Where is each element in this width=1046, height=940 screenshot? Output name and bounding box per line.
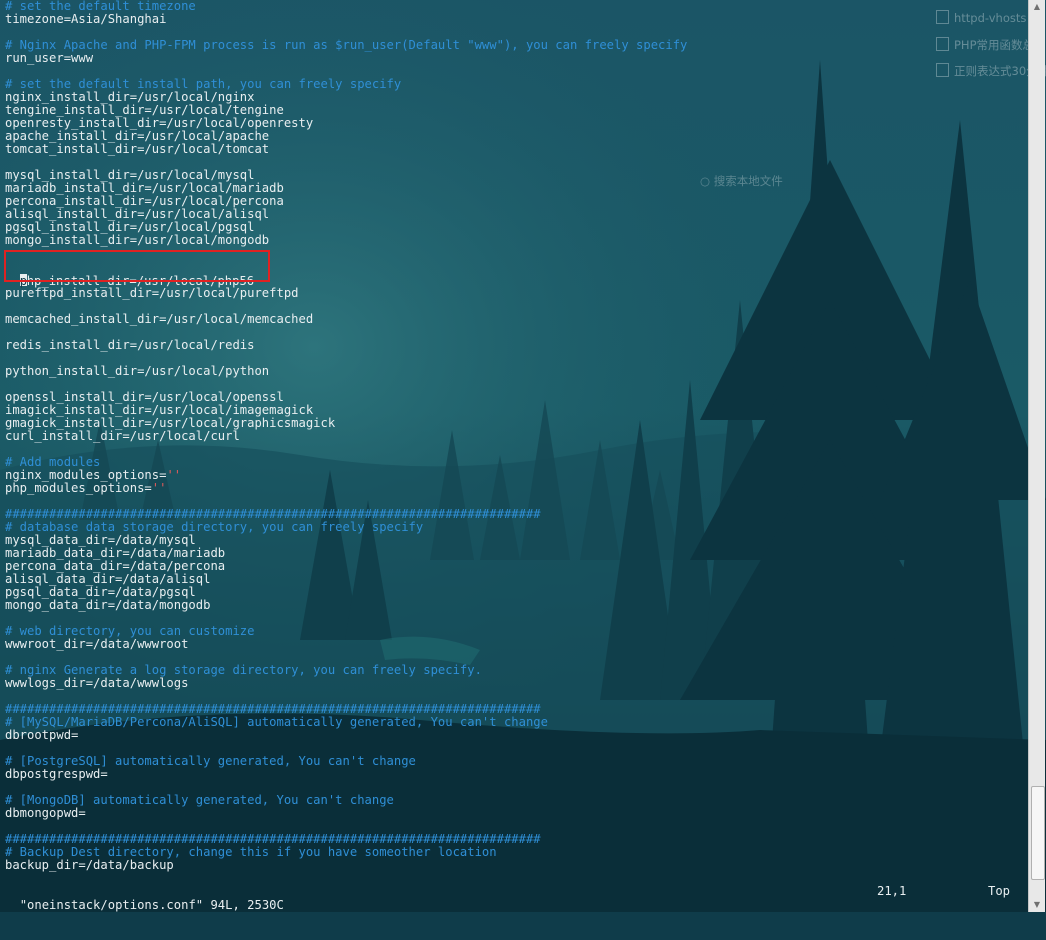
editor-line: memcached_install_dir=/usr/local/memcach…: [5, 312, 314, 326]
status-cursor-position: 21,1: [877, 884, 907, 898]
editor-line: nginx_install_dir=/usr/local/nginx: [5, 91, 255, 104]
status-scroll-position: Top: [988, 884, 1011, 898]
scroll-up-icon[interactable]: ▲: [1029, 0, 1045, 14]
editor-line: tengine_install_dir=/usr/local/tengine: [5, 104, 284, 117]
comment-line: # database data storage directory, you c…: [5, 521, 424, 534]
editor-line: mariadb_data_dir=/data/mariadb: [5, 547, 226, 560]
option-string-value: '': [151, 482, 167, 495]
editor-line: pgsql_data_dir=/data/pgsql: [5, 586, 196, 599]
editor-line: mysql_install_dir=/usr/local/mysql: [5, 169, 255, 182]
comment-line: # set the default timezone: [5, 0, 196, 13]
editor-line: percona_data_dir=/data/percona: [5, 560, 226, 573]
editor-text-area-lower[interactable]: openssl_install_dir=/usr/local/openssl im…: [5, 391, 1025, 872]
editor-line: apache_install_dir=/usr/local/apache: [5, 130, 270, 143]
editor-line: mongo_data_dir=/data/mongodb: [5, 599, 211, 612]
editor-line: wwwlogs_dir=/data/wwwlogs: [5, 677, 189, 690]
editor-line: dbpostgrespwd=: [5, 768, 108, 781]
editor-line: redis_install_dir=/usr/local/redis: [5, 338, 255, 352]
editor-line: mariadb_install_dir=/usr/local/mariadb: [5, 182, 284, 195]
editor-line: wwwroot_dir=/data/wwwroot: [5, 638, 189, 651]
option-key: nginx_modules_options=: [5, 469, 167, 482]
comment-line: # [MySQL/MariaDB/Percona/AliSQL] automat…: [5, 716, 548, 729]
status-line: "oneinstack/options.conf" 94L, 2530C 21,…: [5, 884, 1015, 940]
editor-line: curl_install_dir=/usr/local/curl: [5, 430, 240, 443]
comment-line: # web directory, you can customize: [5, 625, 255, 638]
editor-line: openresty_install_dir=/usr/local/openres…: [5, 117, 314, 130]
editor-line: timezone=Asia/Shanghai: [5, 13, 167, 26]
editor-line: backup_dir=/data/backup: [5, 859, 174, 872]
editor-line: nginx_modules_options='': [5, 469, 1025, 482]
highlight-box: [4, 250, 270, 282]
comment-line: ########################################…: [5, 703, 541, 716]
comment-line: # nginx Generate a log storage directory…: [5, 664, 482, 677]
comment-line: # Nginx Apache and PHP-FPM process is ru…: [5, 39, 688, 52]
status-file-info: "oneinstack/options.conf" 94L, 2530C: [19, 898, 284, 912]
comment-line: # Backup Dest directory, change this if …: [5, 846, 497, 859]
comment-line: # [PostgreSQL] automatically generated, …: [5, 755, 416, 768]
option-key: php_modules_options=: [5, 482, 152, 495]
editor-line: dbrootpwd=: [5, 729, 79, 742]
editor-line: alisql_install_dir=/usr/local/alisql: [5, 208, 270, 221]
editor-line: pureftpd_install_dir=/usr/local/pureftpd: [5, 286, 299, 300]
scrollbar-thumb[interactable]: [1031, 786, 1045, 880]
editor-line: python_install_dir=/usr/local/python: [5, 364, 270, 378]
vertical-scrollbar[interactable]: ▲ ▼: [1028, 0, 1045, 912]
editor-line: run_user=www: [5, 52, 94, 65]
editor-line: gmagick_install_dir=/usr/local/graphicsm…: [5, 417, 336, 430]
option-string-value: '': [166, 469, 182, 482]
editor-line: mongo_install_dir=/usr/local/mongodb: [5, 234, 270, 247]
comment-line: ########################################…: [5, 833, 541, 846]
comment-line: ########################################…: [5, 508, 541, 521]
editor-line: openssl_install_dir=/usr/local/openssl: [5, 391, 284, 404]
comment-line: # [MongoDB] automatically generated, You…: [5, 794, 394, 807]
editor-line: imagick_install_dir=/usr/local/imagemagi…: [5, 404, 314, 417]
editor-text-area[interactable]: # set the default timezone timezone=Asia/…: [5, 0, 1025, 247]
editor-line: php_modules_options='': [5, 482, 1025, 495]
scroll-down-icon[interactable]: ▼: [1029, 898, 1045, 912]
editor-line: pgsql_install_dir=/usr/local/pgsql: [5, 221, 255, 234]
comment-line: # Add modules: [5, 456, 101, 469]
editor-line: alisql_data_dir=/data/alisql: [5, 573, 211, 586]
comment-line: # set the default install path, you can …: [5, 78, 402, 91]
editor-line: dbmongopwd=: [5, 807, 86, 820]
editor-line: mysql_data_dir=/data/mysql: [5, 534, 196, 547]
editor-line: tomcat_install_dir=/usr/local/tomcat: [5, 143, 270, 156]
editor-line: percona_install_dir=/usr/local/percona: [5, 195, 284, 208]
